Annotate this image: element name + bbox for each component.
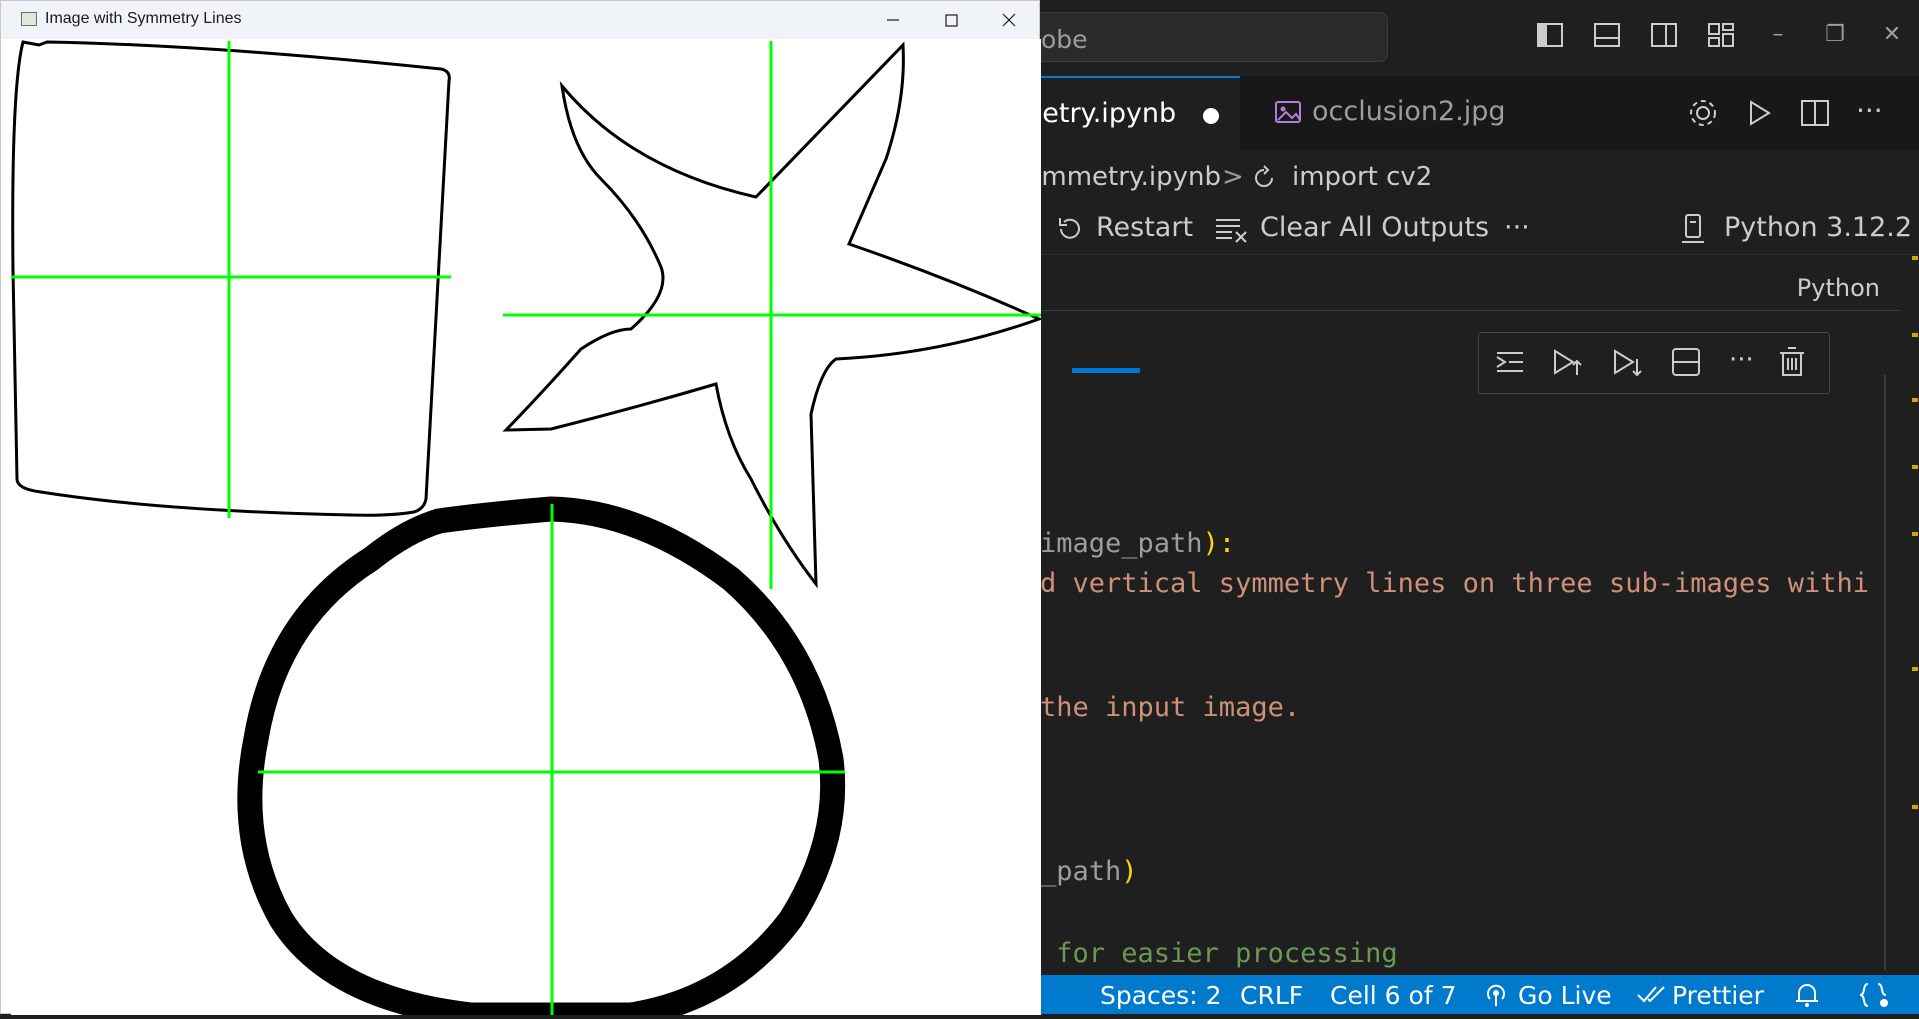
minimize-icon[interactable]: – bbox=[1763, 20, 1793, 50]
restart-icon[interactable] bbox=[1054, 214, 1084, 244]
tab-label: occlusion2.jpg bbox=[1312, 96, 1506, 127]
minimize-icon[interactable] bbox=[878, 7, 908, 33]
toggle-panel-icon[interactable] bbox=[1592, 20, 1622, 50]
customize-layout-icon[interactable] bbox=[1706, 20, 1736, 50]
cell-output-header: Python bbox=[1000, 254, 1900, 311]
split-cell-icon[interactable] bbox=[1669, 345, 1703, 379]
toggle-secondary-sidebar-icon[interactable] bbox=[1649, 20, 1679, 50]
braces-icon[interactable] bbox=[1858, 981, 1892, 1009]
code-line[interactable]: _path) bbox=[1040, 856, 1138, 887]
broadcast-icon[interactable] bbox=[1484, 983, 1508, 1007]
scroll-marker bbox=[1912, 667, 1918, 671]
breadcrumb-file[interactable]: ymmetry.ipynb bbox=[1026, 162, 1221, 192]
tab-occlusion-image[interactable]: occlusion2.jpg bbox=[1240, 76, 1550, 150]
scroll-marker bbox=[1912, 333, 1918, 337]
breadcrumb: ymmetry.ipynb > import cv2 bbox=[1000, 150, 1919, 204]
code-line[interactable]: d vertical symmetry lines on three sub-i… bbox=[1040, 568, 1869, 599]
prettier-status[interactable]: Prettier bbox=[1672, 981, 1764, 1010]
clear-all-outputs-button[interactable]: Clear All Outputs bbox=[1260, 212, 1489, 243]
notebook-toolbar: Restart Clear All Outputs ··· Python 3.1… bbox=[1000, 204, 1919, 255]
scroll-marker bbox=[1912, 398, 1918, 402]
scroll-marker bbox=[1912, 465, 1918, 469]
restart-button[interactable]: Restart bbox=[1096, 212, 1193, 243]
run-above-icon[interactable] bbox=[1551, 345, 1585, 379]
symmetry-drawing bbox=[11, 40, 1043, 1019]
circle-shape bbox=[237, 496, 846, 1019]
bell-icon[interactable] bbox=[1794, 981, 1820, 1009]
app-icon bbox=[21, 12, 37, 26]
search-text: obe bbox=[1041, 25, 1088, 54]
window-title: Image with Symmetry Lines bbox=[45, 10, 242, 27]
image-window[interactable]: Image with Symmetry Lines bbox=[0, 0, 1043, 1019]
run-below-icon[interactable] bbox=[1611, 345, 1645, 379]
gear-icon[interactable] bbox=[1686, 96, 1720, 130]
image-window-title-bar[interactable]: Image with Symmetry Lines bbox=[1, 1, 1039, 39]
rectangle-shape bbox=[11, 40, 451, 517]
go-live-button[interactable]: Go Live bbox=[1518, 981, 1612, 1010]
breadcrumb-symbol[interactable]: import cv2 bbox=[1292, 162, 1432, 192]
cell-language-label[interactable]: Python bbox=[1797, 274, 1880, 302]
command-center-search[interactable]: obe bbox=[1000, 12, 1388, 62]
scroll-marker bbox=[1912, 532, 1918, 536]
unsaved-dot-icon[interactable] bbox=[1203, 108, 1219, 124]
breadcrumb-separator: > bbox=[1222, 162, 1244, 192]
cell-more-icon[interactable]: ··· bbox=[1729, 345, 1754, 375]
double-check-icon[interactable] bbox=[1636, 983, 1666, 1007]
restore-icon[interactable]: ❐ bbox=[1820, 20, 1850, 50]
eol-status[interactable]: CRLF bbox=[1240, 981, 1303, 1010]
kernel-server-icon bbox=[1682, 214, 1704, 243]
trash-icon[interactable] bbox=[1775, 345, 1809, 379]
scroll-marker bbox=[1912, 805, 1918, 809]
active-cell-indicator bbox=[1072, 368, 1140, 373]
indentation-status[interactable]: Spaces: 2 bbox=[1100, 981, 1221, 1010]
close-icon[interactable]: ✕ bbox=[1877, 20, 1907, 50]
image-canvas bbox=[11, 39, 1043, 1019]
image-file-icon bbox=[1275, 101, 1301, 123]
scroll-marker bbox=[1912, 256, 1918, 260]
clear-outputs-icon[interactable] bbox=[1214, 214, 1248, 244]
code-line[interactable]: image_path): bbox=[1040, 528, 1235, 559]
kernel-picker-button[interactable]: Python 3.12.2 bbox=[1724, 212, 1912, 243]
maximize-icon[interactable] bbox=[936, 7, 966, 33]
code-line[interactable]: for easier processing bbox=[1040, 938, 1397, 969]
close-icon[interactable] bbox=[994, 7, 1024, 33]
run-all-icon[interactable] bbox=[1742, 96, 1776, 130]
toolbar-more-button[interactable]: ··· bbox=[1504, 212, 1530, 243]
refresh-icon bbox=[1255, 165, 1273, 187]
execute-above-icon[interactable] bbox=[1493, 345, 1527, 379]
cell-position-status[interactable]: Cell 6 of 7 bbox=[1330, 981, 1456, 1010]
toggle-primary-sidebar-icon[interactable] bbox=[1535, 20, 1565, 50]
code-line[interactable]: the input image. bbox=[1040, 692, 1300, 723]
more-actions-icon[interactable]: ··· bbox=[1856, 94, 1883, 127]
split-editor-icon[interactable] bbox=[1798, 96, 1832, 130]
